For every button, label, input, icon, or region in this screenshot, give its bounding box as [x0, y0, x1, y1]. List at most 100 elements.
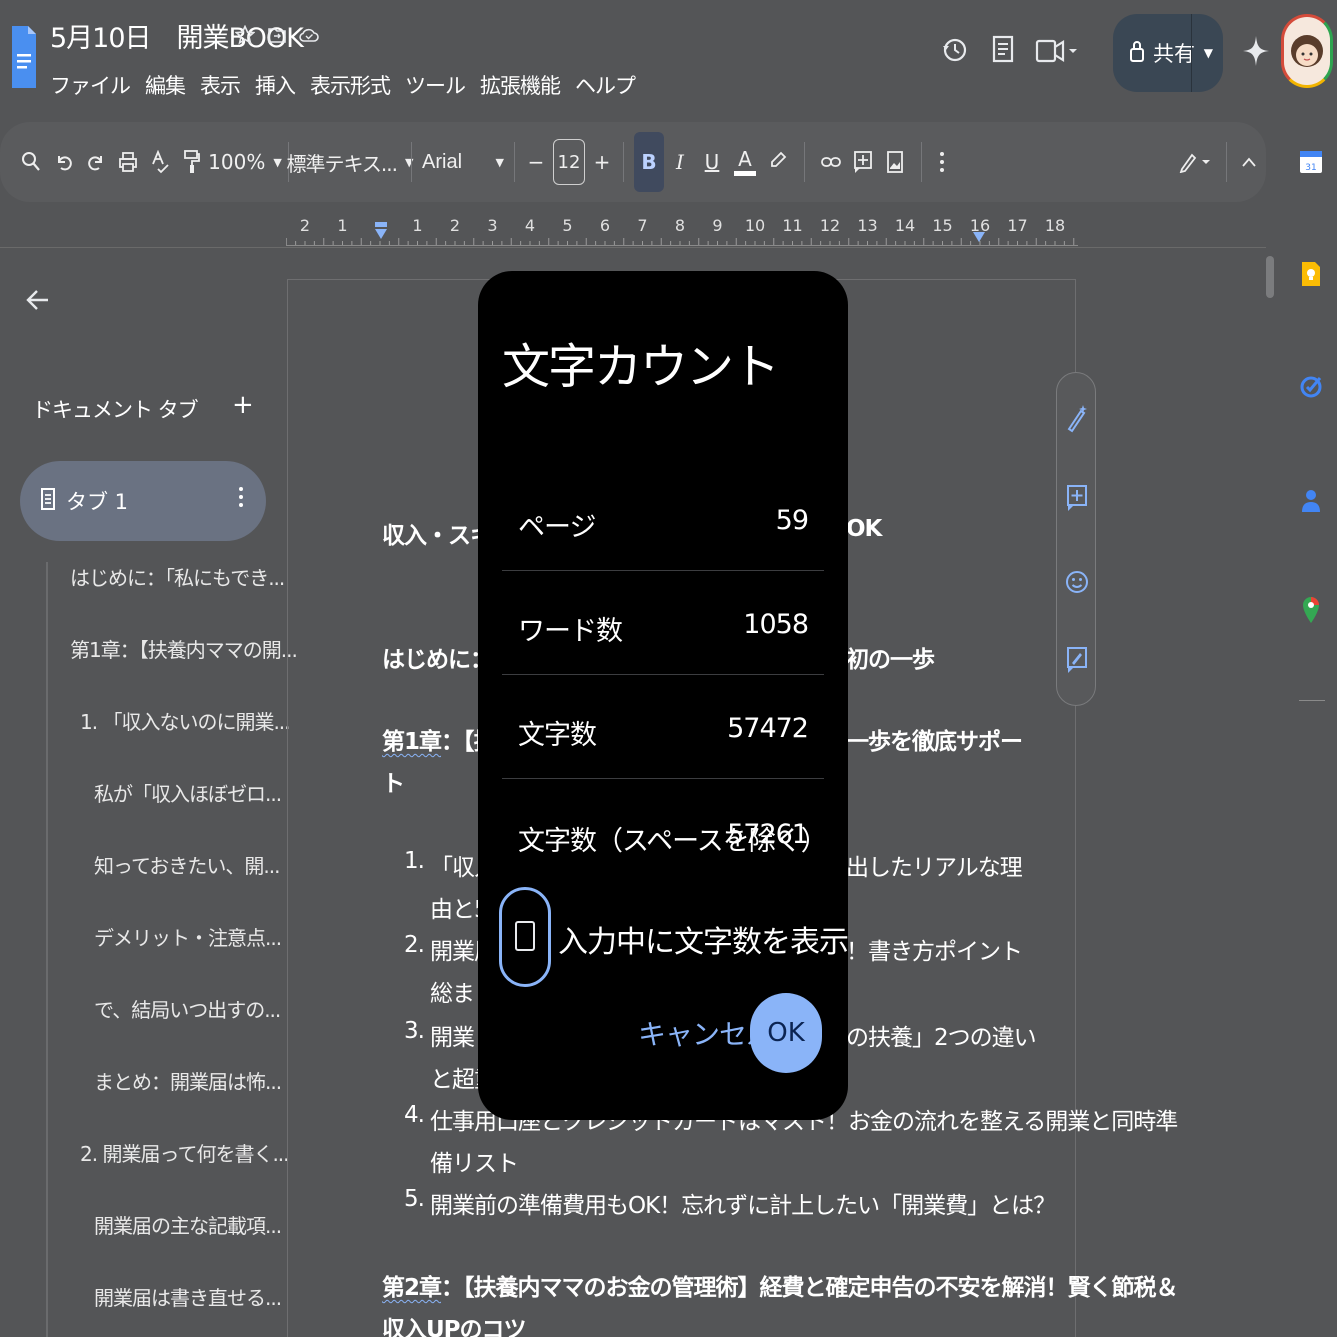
- move-folder-icon[interactable]: [266, 22, 288, 48]
- increase-font-size-button[interactable]: +: [591, 142, 613, 182]
- ruler-number: 7: [637, 216, 648, 235]
- outline-item[interactable]: 2. 開業届って何を書く...: [80, 1138, 290, 1167]
- svg-text:31: 31: [1305, 163, 1316, 173]
- underline-button[interactable]: U: [696, 142, 728, 182]
- insert-link-icon[interactable]: [815, 142, 847, 182]
- toolbar-divider: [921, 142, 922, 182]
- scrollbar-thumb[interactable]: [1266, 256, 1274, 298]
- add-tab-button[interactable]: +: [232, 390, 254, 420]
- menu-help[interactable]: ヘルプ: [575, 70, 636, 100]
- comments-icon[interactable]: [991, 32, 1015, 72]
- tab-more-icon[interactable]: [238, 485, 244, 515]
- ok-button[interactable]: OK: [750, 993, 822, 1073]
- cloud-status-icon[interactable]: [298, 22, 320, 48]
- print-icon[interactable]: [112, 142, 144, 182]
- editing-mode-icon[interactable]: [1176, 142, 1216, 182]
- add-comment-icon[interactable]: [847, 142, 879, 182]
- list-item: 出したリアルな理: [846, 855, 1023, 881]
- italic-button[interactable]: I: [664, 142, 696, 182]
- list-item: の扶養」2つの違い: [846, 1025, 1037, 1051]
- list-item-number: 4.: [404, 1102, 425, 1128]
- tasks-icon[interactable]: [1295, 368, 1327, 404]
- ruler-number: 13: [857, 216, 878, 235]
- emoji-reaction-icon[interactable]: [1064, 567, 1090, 597]
- outline-item[interactable]: 知っておきたい、開...: [94, 850, 280, 879]
- toolbar-divider: [411, 142, 412, 182]
- meet-icon[interactable]: [1035, 32, 1081, 72]
- history-icon[interactable]: [941, 32, 969, 72]
- outline-item[interactable]: で、結局いつ出すの...: [94, 994, 281, 1023]
- highlight-icon[interactable]: [762, 142, 794, 182]
- paint-format-icon[interactable]: [176, 142, 208, 182]
- menu-format[interactable]: 表示形式: [310, 70, 391, 100]
- gemini-icon[interactable]: [1243, 36, 1269, 70]
- menu-extensions[interactable]: 拡張機能: [480, 70, 561, 100]
- list-item: ！書き方ポイント: [846, 939, 1023, 965]
- menu-view[interactable]: 表示: [200, 70, 241, 100]
- insert-image-icon[interactable]: [879, 142, 911, 182]
- zoom-dropdown-icon: ▼: [273, 155, 282, 169]
- font-size-input[interactable]: 12: [553, 139, 585, 185]
- stat-row-pages: ページ 59: [502, 467, 824, 571]
- stat-value: 57261: [727, 819, 809, 850]
- outline-item[interactable]: 1. 「収入ないのに開業...: [80, 706, 291, 735]
- chapter-text: ：【扶養内ママのお金の管理術】経費と確定申告の不安を解消！賢く節税＆: [441, 1275, 1178, 1301]
- toolbar-divider: [804, 142, 805, 182]
- ruler[interactable]: 2 1 1 2 3 4 5 6 7 8 9 10 11 12 13 14 15 16 17 18: [286, 214, 1078, 246]
- help-me-write-icon[interactable]: [1064, 403, 1090, 433]
- menu-file[interactable]: ファイル: [50, 70, 131, 100]
- toolbar: 100% ▼ 標準テキス... ▼ Arial ▼ − 12 + B I U A: [0, 122, 1266, 202]
- toolbar-divider: [1226, 142, 1227, 182]
- bold-button[interactable]: B: [634, 132, 664, 192]
- outline-item[interactable]: はじめに：「私にもでき...: [70, 562, 285, 591]
- menu-tools[interactable]: ツール: [405, 70, 466, 100]
- docs-logo-icon[interactable]: [10, 24, 38, 90]
- checkbox-label[interactable]: 入力中に文字数を表示: [558, 917, 849, 961]
- stat-value: 57472: [727, 713, 809, 744]
- menu-insert[interactable]: 挿入: [255, 70, 296, 100]
- spellcheck-icon[interactable]: [144, 142, 176, 182]
- calendar-icon[interactable]: 31: [1295, 144, 1327, 180]
- outline-item[interactable]: 私が「収入ほぼゼロ...: [94, 778, 282, 807]
- search-menus-icon[interactable]: [18, 142, 44, 182]
- ruler-number: 15: [932, 216, 953, 235]
- add-comment-icon[interactable]: [1064, 483, 1090, 513]
- list-item-number: 2.: [404, 932, 425, 958]
- share-dropdown-icon[interactable]: ▼: [1204, 46, 1213, 60]
- floating-actions: [1056, 372, 1096, 706]
- decrease-font-size-button[interactable]: −: [525, 142, 547, 182]
- ruler-number: 8: [674, 216, 686, 235]
- star-icon[interactable]: [234, 22, 256, 48]
- dialog-title: 文字カウント: [502, 339, 780, 395]
- maps-icon[interactable]: [1295, 592, 1327, 628]
- outline-item[interactable]: デメリット・注意点...: [94, 922, 282, 951]
- undo-icon[interactable]: [48, 142, 80, 182]
- font-select[interactable]: Arial ▼: [422, 142, 504, 182]
- redo-icon[interactable]: [80, 142, 112, 182]
- ruler-number: 1: [337, 216, 348, 235]
- menu-edit[interactable]: 編集: [145, 70, 186, 100]
- side-apps-rail: 31: [1285, 140, 1337, 740]
- avatar[interactable]: [1281, 14, 1333, 88]
- ruler-number: 2: [299, 216, 311, 235]
- collapse-toolbar-icon[interactable]: [1237, 142, 1261, 182]
- zoom-select[interactable]: 100% ▼: [208, 142, 282, 182]
- tab-1[interactable]: タブ 1: [20, 461, 266, 541]
- share-button[interactable]: 共有 ▼: [1113, 14, 1223, 92]
- keep-icon[interactable]: [1295, 256, 1327, 292]
- indent-marker-icon[interactable]: [374, 222, 388, 244]
- more-options-icon[interactable]: [932, 142, 952, 182]
- outline-item[interactable]: 開業届の主な記載項...: [94, 1210, 282, 1239]
- back-arrow-icon[interactable]: [24, 286, 52, 318]
- outline-item[interactable]: まとめ：開業届は怖...: [94, 1066, 282, 1095]
- style-select[interactable]: 標準テキス... ▼: [287, 142, 414, 182]
- rail-divider: [1299, 700, 1325, 701]
- outline-item[interactable]: 第1章：【扶養内ママの開...: [70, 634, 298, 663]
- stat-row-characters-no-spaces: 文字数（スペースを除く） 57261: [502, 781, 828, 885]
- contacts-icon[interactable]: [1295, 482, 1327, 518]
- display-word-count-checkbox[interactable]: [515, 921, 535, 951]
- outline-item[interactable]: 開業届は書き直せる...: [94, 1282, 282, 1311]
- text-color-button[interactable]: A: [728, 142, 762, 182]
- style-dropdown-icon: ▼: [405, 155, 414, 169]
- suggest-edits-icon[interactable]: [1064, 645, 1090, 675]
